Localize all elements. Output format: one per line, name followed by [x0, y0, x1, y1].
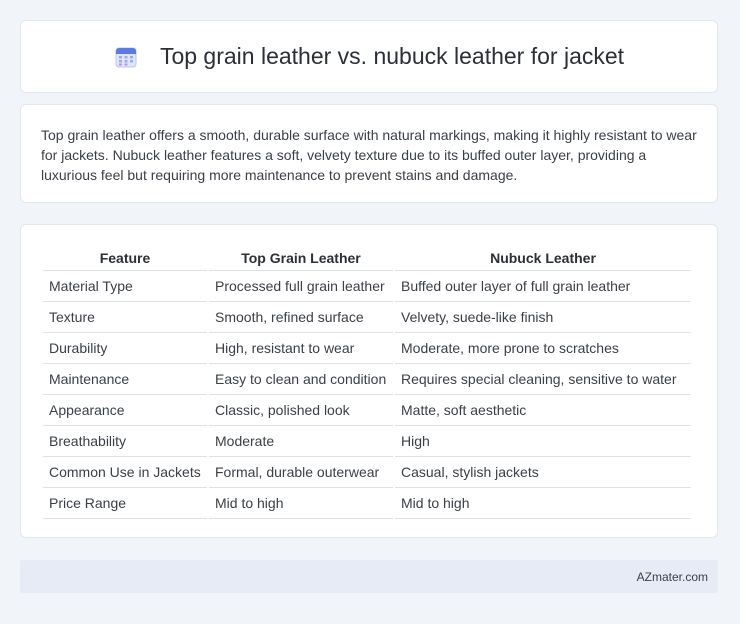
table-cell: Breathability	[43, 426, 207, 457]
footer-brand: AZmater.com	[636, 569, 708, 584]
table-cell: Maintenance	[43, 364, 207, 395]
table-cell: Moderate	[209, 426, 393, 457]
column-header: Feature	[43, 246, 207, 271]
table-cell: Common Use in Jackets	[43, 457, 207, 488]
column-header: Nubuck Leather	[395, 246, 691, 271]
table-row: Material Type Processed full grain leath…	[43, 271, 691, 302]
title-card: Top grain leather vs. nubuck leather for…	[20, 20, 718, 93]
table-row: Appearance Classic, polished look Matte,…	[43, 395, 691, 426]
table-row: Common Use in Jackets Formal, durable ou…	[43, 457, 691, 488]
table-cell: Smooth, refined surface	[209, 302, 393, 333]
footer-bar: AZmater.com	[20, 560, 718, 593]
table-cell: High	[395, 426, 691, 457]
table-header-row: Feature Top Grain Leather Nubuck Leather	[43, 246, 691, 271]
table-cell: Appearance	[43, 395, 207, 426]
table-cell: Casual, stylish jackets	[395, 457, 691, 488]
table-cell: Material Type	[43, 271, 207, 302]
table-cell: Texture	[43, 302, 207, 333]
table-cell: Requires special cleaning, sensitive to …	[395, 364, 691, 395]
summary-text: Top grain leather offers a smooth, durab…	[41, 127, 697, 183]
page-title: Top grain leather vs. nubuck leather for…	[159, 43, 625, 69]
table-cell: Mid to high	[209, 488, 393, 519]
table-cell: Price Range	[43, 488, 207, 519]
table-cell: Velvety, suede-like finish	[395, 302, 691, 333]
table-row: Breathability Moderate High	[43, 426, 691, 457]
table-row: Price Range Mid to high Mid to high	[43, 488, 691, 519]
table-cell: Mid to high	[395, 488, 691, 519]
table-cell: Buffed outer layer of full grain leather	[395, 271, 691, 302]
table-cell: Moderate, more prone to scratches	[395, 333, 691, 364]
summary-card: Top grain leather offers a smooth, durab…	[20, 104, 718, 203]
table-cell: Matte, soft aesthetic	[395, 395, 691, 426]
table-row: Texture Smooth, refined surface Velvety,…	[43, 302, 691, 333]
table-cell: Processed full grain leather	[209, 271, 393, 302]
table-cell: Durability	[43, 333, 207, 364]
comparison-table-card: Feature Top Grain Leather Nubuck Leather…	[20, 224, 718, 538]
table-cell: High, resistant to wear	[209, 333, 393, 364]
calendar-icon	[114, 45, 138, 69]
column-header: Top Grain Leather	[209, 246, 393, 271]
comparison-table: Feature Top Grain Leather Nubuck Leather…	[41, 246, 693, 519]
table-cell: Classic, polished look	[209, 395, 393, 426]
table-cell: Formal, durable outerwear	[209, 457, 393, 488]
table-row: Maintenance Easy to clean and condition …	[43, 364, 691, 395]
table-cell: Easy to clean and condition	[209, 364, 393, 395]
table-row: Durability High, resistant to wear Moder…	[43, 333, 691, 364]
